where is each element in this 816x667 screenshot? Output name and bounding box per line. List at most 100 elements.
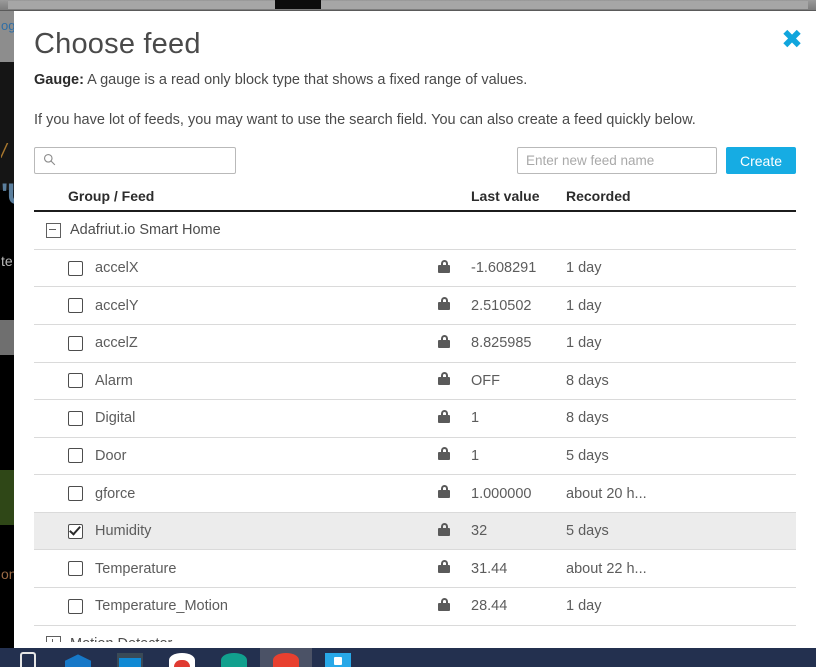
cell-group-feed: Adafriut.io Smart Home — [34, 222, 438, 238]
cell-last-value: 31.44 — [471, 561, 566, 577]
folder-icon — [117, 653, 143, 667]
create-button[interactable]: Create — [726, 147, 796, 174]
lock-icon — [438, 372, 450, 385]
feed-label: Alarm — [95, 373, 133, 389]
feed-checkbox[interactable] — [68, 486, 83, 501]
dialog-controls: Create — [34, 147, 796, 174]
feed-label: Digital — [95, 410, 135, 426]
cell-group-feed: Temperature_Motion — [34, 598, 438, 614]
lock-icon — [438, 335, 450, 348]
column-header-group-feed: Group / Feed — [34, 188, 438, 204]
cell-group-feed: accelZ — [34, 335, 438, 351]
feed-checkbox[interactable] — [68, 336, 83, 351]
horizontal-scrollbar[interactable] — [0, 0, 816, 11]
cell-lock — [438, 485, 471, 502]
cell-last-value: 1 — [471, 448, 566, 464]
cell-recorded: 1 day — [566, 598, 796, 614]
table-row[interactable]: Digital18 days — [34, 400, 796, 438]
minus-box-icon[interactable] — [46, 223, 61, 238]
cell-group-feed: Door — [34, 448, 438, 464]
lock-icon — [438, 560, 450, 573]
blue-app-icon — [325, 653, 351, 667]
feed-checkbox[interactable] — [68, 599, 83, 614]
cell-lock — [438, 335, 471, 352]
page-title: Choose feed — [34, 28, 796, 61]
feed-checkbox[interactable] — [68, 524, 83, 539]
cell-recorded: 1 day — [566, 298, 796, 314]
feed-list[interactable]: Adafriut.io Smart Home accelX-1.6082911 d… — [34, 212, 796, 642]
cell-last-value: 1.000000 — [471, 486, 566, 502]
choose-feed-dialog: ✖ Choose feed Gauge: A gauge is a read o… — [14, 10, 816, 648]
lock-icon — [438, 410, 450, 423]
taskbar-item[interactable] — [260, 648, 312, 667]
taskbar-item[interactable] — [52, 648, 104, 667]
feed-checkbox[interactable] — [68, 561, 83, 576]
feed-checkbox[interactable] — [68, 373, 83, 388]
table-row[interactable]: Humidity325 days — [34, 513, 796, 551]
feed-label: accelZ — [95, 335, 138, 351]
table-row[interactable]: gforce 1.000000about 20 h... — [34, 475, 796, 513]
table-row[interactable]: Door15 days — [34, 438, 796, 476]
windows-taskbar — [0, 648, 816, 667]
column-header-last-value: Last value — [471, 188, 566, 204]
feed-label: Temperature_Motion — [95, 598, 228, 614]
cell-group-feed: accelX — [34, 260, 438, 276]
cell-last-value: 28.44 — [471, 598, 566, 614]
cell-group-feed: Humidity — [34, 523, 438, 539]
group-label: Motion Detector — [70, 636, 172, 642]
cell-group-feed: Digital — [34, 410, 438, 426]
lock-icon — [438, 447, 450, 460]
cell-group-feed: Motion Detector — [34, 636, 438, 642]
taskbar-item[interactable] — [0, 648, 52, 667]
cell-last-value: 32 — [471, 523, 566, 539]
table-row-group[interactable]: Motion Detector — [34, 626, 796, 642]
cell-group-feed: Temperature — [34, 561, 438, 577]
description-text: A gauge is a read only block type that s… — [84, 72, 527, 88]
dialog-description: Gauge: A gauge is a read only block type… — [34, 71, 796, 91]
new-feed-name-input[interactable] — [517, 147, 717, 174]
cell-lock — [438, 297, 471, 314]
taskbar-item[interactable] — [156, 648, 208, 667]
lock-icon — [438, 523, 450, 536]
feed-checkbox[interactable] — [68, 411, 83, 426]
cell-last-value: OFF — [471, 373, 566, 389]
taskbar-item[interactable] — [312, 648, 364, 667]
cell-last-value: 8.825985 — [471, 335, 566, 351]
table-row[interactable]: accelY2.5105021 day — [34, 287, 796, 325]
create-feed-group: Create — [517, 147, 796, 174]
dialog-hint: If you have lot of feeds, you may want t… — [34, 111, 796, 131]
table-row[interactable]: Alarm OFF8 days — [34, 363, 796, 401]
feed-checkbox[interactable] — [68, 298, 83, 313]
table-row[interactable]: Temperature 31.44about 22 h... — [34, 550, 796, 588]
table-row-group[interactable]: Adafriut.io Smart Home — [34, 212, 796, 250]
scrollbar-thumb[interactable] — [275, 0, 321, 9]
search-input[interactable] — [34, 147, 236, 174]
cell-lock — [438, 523, 471, 540]
plus-box-icon[interactable] — [46, 636, 61, 642]
table-row[interactable]: Temperature_Motion 28.441 day — [34, 588, 796, 626]
cell-recorded: about 22 h... — [566, 561, 796, 577]
feed-checkbox[interactable] — [68, 448, 83, 463]
taskbar-item[interactable] — [104, 648, 156, 667]
table-row[interactable]: accelX-1.6082911 day — [34, 250, 796, 288]
cell-last-value: 1 — [471, 410, 566, 426]
lock-icon — [438, 260, 450, 273]
feed-label: accelX — [95, 260, 139, 276]
chrome-icon — [169, 653, 195, 667]
description-label: Gauge: — [34, 72, 84, 88]
close-icon[interactable]: ✖ — [778, 26, 806, 54]
feed-checkbox[interactable] — [68, 261, 83, 276]
cell-recorded: about 20 h... — [566, 486, 796, 502]
cell-lock — [438, 260, 471, 277]
column-header-recorded: Recorded — [566, 188, 796, 204]
table-row[interactable]: accelZ 8.8259851 day — [34, 325, 796, 363]
cell-recorded: 1 day — [566, 335, 796, 351]
feed-label: Humidity — [95, 523, 151, 539]
scrollbar-track[interactable] — [8, 1, 808, 9]
taskbar-item[interactable] — [208, 648, 260, 667]
group-label: Adafriut.io Smart Home — [70, 222, 221, 238]
cell-group-feed: accelY — [34, 298, 438, 314]
cell-recorded: 8 days — [566, 373, 796, 389]
table-header-row: Group / Feed Last value Recorded — [34, 184, 796, 212]
feed-label: gforce — [95, 486, 135, 502]
